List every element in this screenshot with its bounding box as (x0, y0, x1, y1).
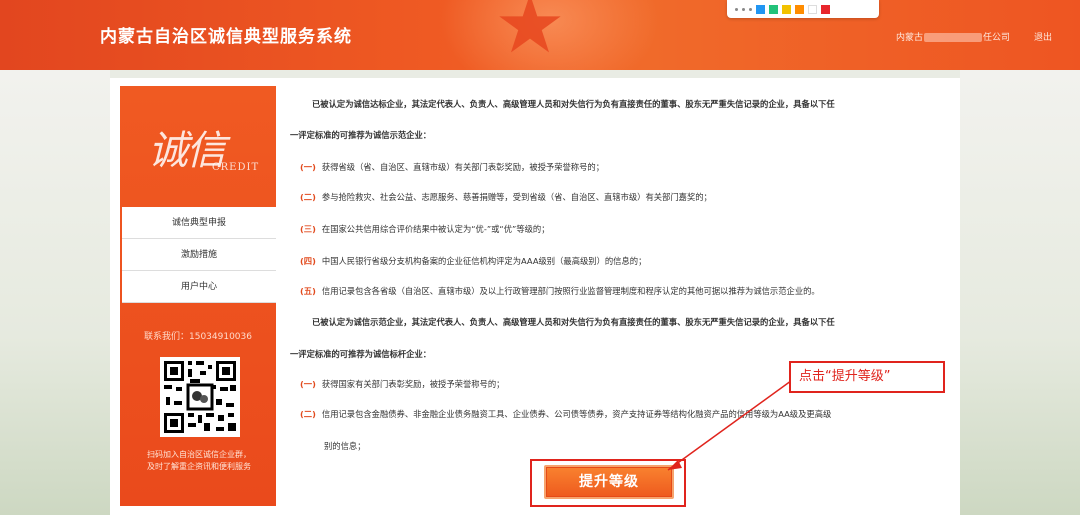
sidebar-menu: 诚信典型申报 激励措施 用户中心 (122, 207, 276, 303)
swatch-green[interactable] (769, 4, 778, 14)
qr-code (160, 357, 240, 437)
annotation-callout: 点击“提升等级” (789, 361, 945, 393)
intro-paragraph-1: 已被认定为诚信达标企业，其法定代表人、负责人、高级管理人员和对失信行为负有直接责… (312, 99, 835, 109)
contact-info: 联系我们：15034910036 (144, 332, 252, 342)
list-item: (四) 中国人民银行省级分支机构备案的企业征信机构评定为AAA级别（最高级别）的信… (300, 255, 646, 267)
list-text: 参与抢险救灾、社会公益、志愿服务、慈善捐赠等，受到省级（省、自治区、直辖市级）有… (321, 192, 712, 202)
list-text: 获得省级（省、自治区、直辖市级）有关部门表彰奖励，被授予荣誉称号的； (321, 162, 604, 172)
list-item: (三) 在国家公共信用综合评价结果中被认定为“优-”或“优”等级的； (300, 223, 550, 235)
list-item-cont: 别的信息； (324, 441, 366, 451)
logo-text-en: CREDIT (212, 162, 260, 173)
qr-caption-line-1: 扫码加入自治区诚信企业群， (147, 450, 251, 459)
background-landscape-right (960, 70, 1080, 515)
sidebar-item-declaration[interactable]: 诚信典型申报 (122, 207, 276, 239)
list-item: (二) 信用记录包含金融债券、非金融企业债务融资工具、企业债券、公司债等债券，资产… (300, 408, 831, 420)
sidebar-item-incentives[interactable]: 激励措施 (122, 239, 276, 271)
intro-paragraph-1-cont: 一评定标准的可推荐为诚信示范企业： (290, 130, 432, 140)
site-title: 内蒙古自治区诚信典型服务系统 (100, 27, 352, 47)
palette-dot (735, 7, 738, 11)
swatch-yellow[interactable] (782, 4, 791, 14)
header-bar: ★ 内蒙古自治区诚信典型服务系统 内蒙古 任公司 退出 (0, 0, 1080, 70)
list-item: (一) 获得国家有关部门表彰奖励，被授予荣誉称号的； (300, 378, 504, 390)
list-text: 信用记录包含各省级（自治区、直辖市级）及以上行政管理部门按照行业监督管理制度和程… (321, 286, 820, 296)
list-number: (二) (300, 409, 316, 419)
list-text: 中国人民银行省级分支机构备案的企业征信机构评定为AAA级别（最高级别）的信息的； (321, 256, 647, 266)
list-item: (二) 参与抢险救灾、社会公益、志愿服务、慈善捐赠等，受到省级（省、自治区、直辖市… (300, 191, 712, 203)
swatch-blue[interactable] (756, 4, 765, 14)
list-text: 在国家公共信用综合评价结果中被认定为“优-”或“优”等级的； (321, 224, 550, 234)
sidebar-item-user-center[interactable]: 用户中心 (122, 271, 276, 303)
palette-dot (749, 7, 752, 11)
list-number: (一) (300, 162, 316, 172)
star-icon: ★ (494, 0, 566, 70)
redacted-blur (924, 33, 983, 42)
user-name-suffix: 任公司 (983, 33, 1011, 43)
list-number: (一) (300, 379, 316, 389)
credit-logo: 诚信 CREDIT (148, 118, 258, 188)
list-number: (二) (300, 192, 316, 202)
user-name-prefix: 内蒙古 (896, 33, 924, 43)
list-text: 信用记录包含金融债券、非金融企业债务融资工具、企业债券、公司债等债券，资产支持证… (321, 409, 832, 419)
palette-dot (742, 7, 745, 11)
qr-code-graphic (160, 357, 240, 437)
list-text: 获得国家有关部门表彰奖励，被授予荣誉称号的； (321, 379, 505, 389)
intro-paragraph-2: 已被认定为诚信示范企业，其法定代表人、负责人、高级管理人员和对失信行为负有直接责… (312, 317, 835, 327)
swatch-red[interactable] (821, 4, 830, 14)
upgrade-button[interactable]: 提升等级 (544, 465, 674, 499)
list-item: (五) 信用记录包含各省级（自治区、直辖市级）及以上行政管理部门按照行业监督管理制… (300, 285, 820, 297)
list-item: (一) 获得省级（省、自治区、直辖市级）有关部门表彰奖励，被授予荣誉称号的； (300, 161, 604, 173)
background-landscape-left (0, 70, 110, 515)
swatch-orange[interactable] (795, 4, 804, 14)
list-number: (五) (300, 286, 316, 296)
qr-caption-line-2: 及时了解重企资讯和便利服务 (147, 462, 251, 471)
intro-paragraph-2-cont: 一评定标准的可推荐为诚信标杆企业： (290, 349, 432, 359)
swatch-white[interactable] (808, 4, 817, 14)
qr-caption: 扫码加入自治区诚信企业群， 及时了解重企资讯和便利服务 (124, 449, 274, 473)
annotation-palette (727, 0, 879, 18)
list-number: (三) (300, 224, 316, 234)
list-number: (四) (300, 256, 316, 266)
user-name[interactable]: 内蒙古 任公司 (896, 30, 1010, 43)
logout-link[interactable]: 退出 (1034, 30, 1052, 43)
